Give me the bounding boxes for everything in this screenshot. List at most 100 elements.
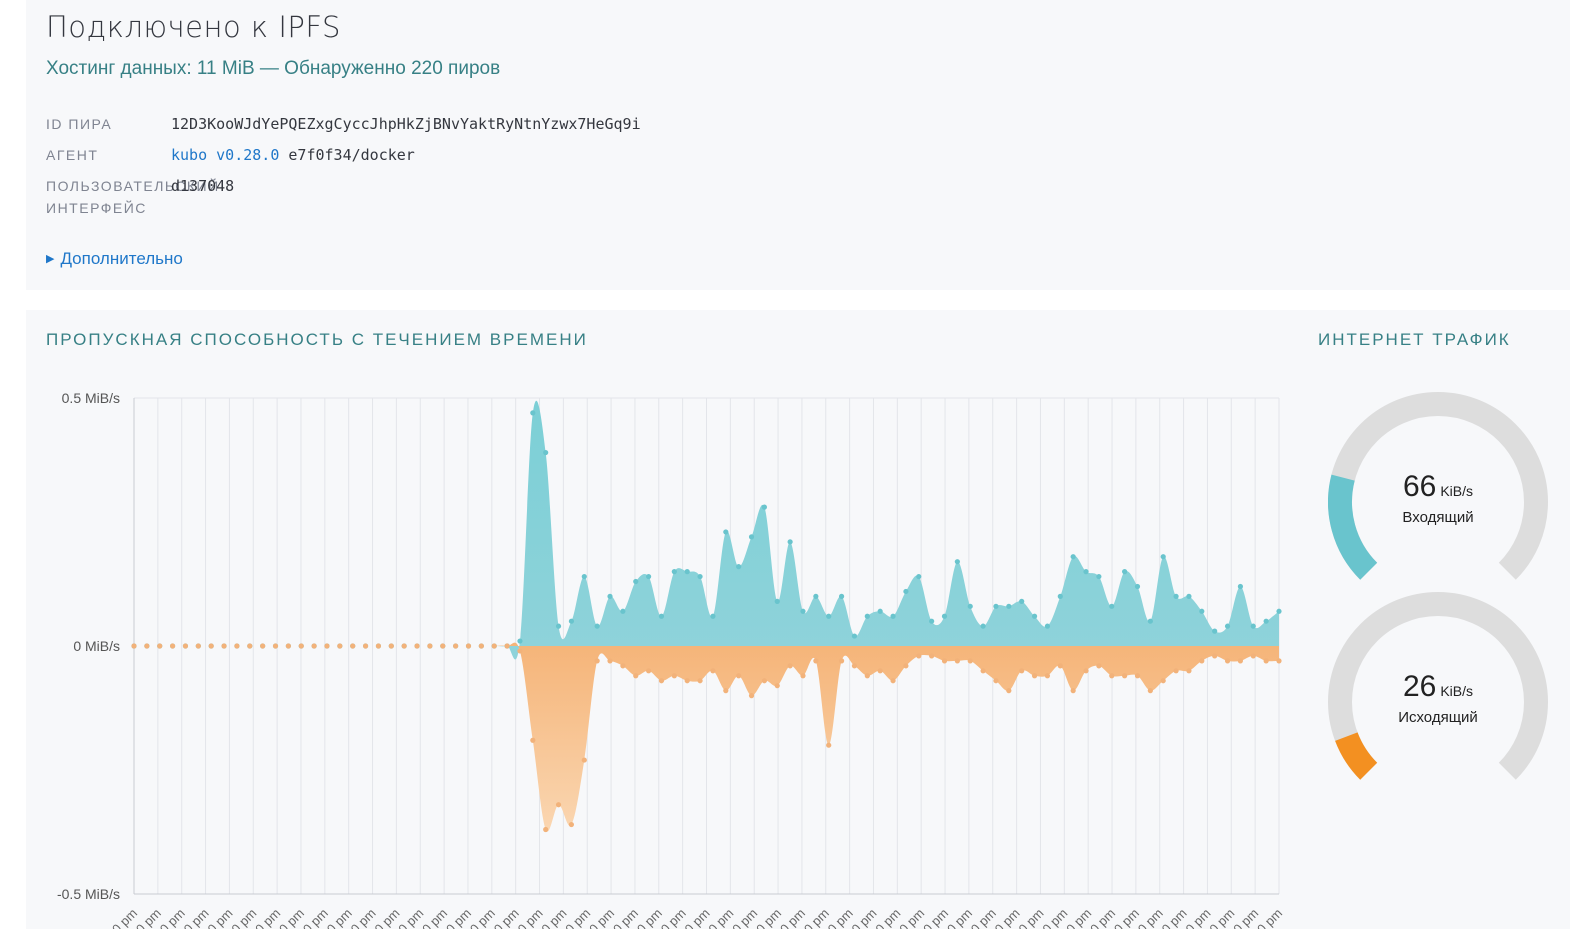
ui-version-value: d137048 <box>171 177 235 195</box>
in-point <box>1109 603 1115 609</box>
in-point <box>555 623 562 629</box>
peer-id-label: ID ПИРА <box>46 116 113 132</box>
outgoing-label: Исходящий <box>1398 709 1478 726</box>
in-point <box>800 608 806 614</box>
y-tick-label: 0 MiB/s <box>73 638 120 654</box>
status-subtitle: Хостинг данных: 11 MiB — Обнаруженно 220… <box>46 58 501 79</box>
out-point <box>1044 673 1051 679</box>
out-point <box>826 742 832 748</box>
out-point <box>388 643 394 649</box>
out-point <box>414 643 420 649</box>
in-point <box>1160 554 1166 560</box>
out-point <box>504 643 510 649</box>
out-point <box>620 663 626 669</box>
out-point <box>941 658 948 664</box>
out-point <box>736 673 742 679</box>
out-point <box>208 643 214 649</box>
outgoing-rate-value: 26 <box>1402 670 1437 703</box>
out-point <box>774 683 780 689</box>
in-point <box>890 613 896 619</box>
out-point <box>543 826 549 833</box>
ui-label-line2: ИНТЕРФЕЙС <box>46 200 147 216</box>
out-point <box>1083 668 1089 674</box>
in-point <box>787 539 793 545</box>
out-point <box>1070 688 1076 694</box>
in-point <box>1044 623 1051 629</box>
in-point <box>581 573 587 580</box>
in-point <box>607 593 613 599</box>
outgoing-rate: 26 KiB/s <box>1328 670 1548 704</box>
in-point <box>1134 583 1141 590</box>
out-point <box>234 643 240 649</box>
out-point <box>530 737 536 743</box>
gauge-incoming: 66 KiB/s Входящий <box>1328 392 1568 592</box>
out-point <box>131 643 137 649</box>
out-point <box>324 643 330 649</box>
out-point <box>864 673 870 679</box>
agent-build: e7f0f34/docker <box>279 146 415 164</box>
agent-version-link[interactable]: kubo v0.28.0 <box>171 146 279 164</box>
out-point <box>684 678 690 684</box>
in-point <box>1263 618 1269 624</box>
incoming-rate-unit: KiB/s <box>1440 483 1474 499</box>
ui-label: ПОЛЬЗОВАТЕЛЬСКИЙ ИНТЕРФЕЙС <box>46 175 218 219</box>
out-point <box>1122 673 1128 679</box>
out-point <box>1250 653 1256 659</box>
in-point <box>1070 554 1076 560</box>
in-point <box>1031 613 1038 619</box>
incoming-rate-value: 66 <box>1402 470 1437 503</box>
out-point <box>1173 668 1179 674</box>
out-point <box>1057 663 1063 669</box>
out-point <box>1186 668 1192 674</box>
in-point <box>568 618 575 624</box>
in-point <box>684 569 690 575</box>
out-point <box>298 643 304 649</box>
out-point <box>1006 688 1012 694</box>
out-point <box>800 673 806 679</box>
in-point <box>813 593 819 599</box>
out-point <box>1237 658 1244 664</box>
out-point <box>1263 658 1269 664</box>
out-point <box>903 663 909 669</box>
in-point <box>980 623 986 629</box>
traffic-title: ИНТЕРНЕТ ТРАФИК <box>1318 330 1511 349</box>
out-point <box>169 643 176 649</box>
in-point <box>838 593 845 599</box>
in-point <box>761 504 767 510</box>
out-point <box>877 668 883 674</box>
in-point <box>646 573 652 580</box>
advanced-toggle[interactable]: ▶ Дополнительно <box>46 249 183 269</box>
out-point <box>144 643 150 649</box>
in-point <box>851 633 858 639</box>
in-point <box>1199 608 1205 614</box>
in-point <box>1122 569 1128 575</box>
out-point <box>929 653 935 659</box>
out-point <box>465 643 472 649</box>
out-point <box>1147 688 1153 694</box>
in-point <box>877 608 883 614</box>
out-point <box>1134 673 1141 679</box>
out-point <box>723 688 729 694</box>
agent-value: kubo v0.28.0 e7f0f34/docker <box>171 144 415 166</box>
out-point <box>1199 658 1205 664</box>
in-point <box>1083 569 1089 575</box>
in-point <box>530 410 536 416</box>
out-point <box>838 658 845 664</box>
out-point <box>427 643 433 649</box>
incoming-rate: 66 KiB/s <box>1328 470 1548 504</box>
in-point <box>1173 593 1179 599</box>
out-point <box>157 643 163 649</box>
out-point <box>967 658 973 664</box>
out-point <box>993 678 999 684</box>
out-point <box>1096 663 1102 669</box>
in-point <box>710 613 716 619</box>
out-point <box>272 643 279 649</box>
out-point <box>787 663 793 669</box>
agent-label: АГЕНТ <box>46 147 99 163</box>
out-point <box>646 668 652 674</box>
out-point <box>568 821 575 828</box>
in-point <box>826 613 832 619</box>
in-point <box>916 573 922 580</box>
in-point <box>1147 618 1153 624</box>
out-point <box>478 643 484 649</box>
